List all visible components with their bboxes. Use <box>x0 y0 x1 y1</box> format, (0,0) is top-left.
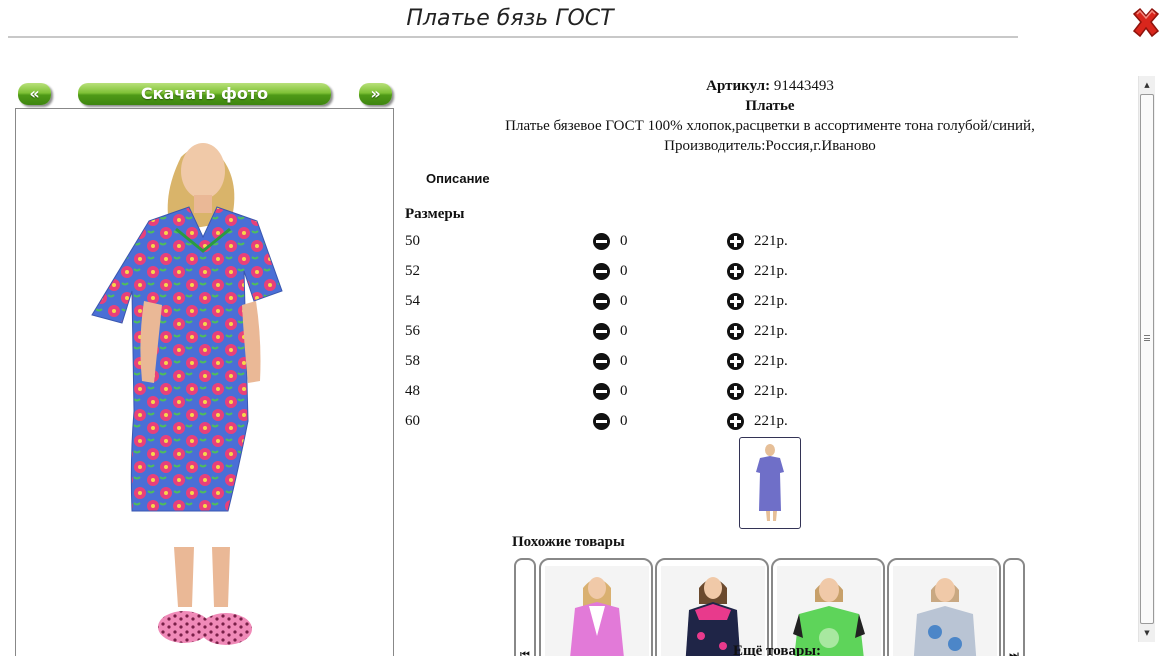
grip-icon <box>1144 335 1150 341</box>
carousel-next-button[interactable]: ⏭ <box>1003 558 1025 656</box>
similar-product-card[interactable] <box>887 558 1001 656</box>
dress-model-image <box>91 143 283 645</box>
quantity-value: 0 <box>620 383 628 399</box>
scroll-up-arrow-icon[interactable]: ▲ <box>1139 78 1155 92</box>
size-value: 52 <box>405 263 420 279</box>
plus-icon[interactable] <box>727 353 744 370</box>
previous-photo-button[interactable]: « <box>18 83 51 105</box>
size-value: 58 <box>405 353 420 369</box>
similar-product-card[interactable] <box>539 558 653 656</box>
similar-product-card[interactable] <box>771 558 885 656</box>
download-photo-button[interactable]: Скачать фото <box>78 83 331 105</box>
plus-icon[interactable] <box>727 383 744 400</box>
size-row: 50 0 221р. <box>405 231 825 253</box>
size-row: 52 0 221р. <box>405 261 825 283</box>
plus-icon[interactable] <box>727 293 744 310</box>
vertical-scrollbar[interactable]: ▲ ▼ <box>1138 76 1155 642</box>
product-description-line2: Производитель:Россия,г.Иваново <box>664 138 876 154</box>
quantity-value: 0 <box>620 413 628 429</box>
close-icon <box>1132 7 1160 38</box>
minus-icon[interactable] <box>593 293 610 310</box>
price-value: 221р. <box>754 293 788 309</box>
product-description-line1: Платье бязевое ГОСТ 100% хлопок,расцветк… <box>505 118 1035 134</box>
price-value: 221р. <box>754 323 788 339</box>
price-value: 221р. <box>754 413 788 429</box>
description-heading[interactable]: Описание <box>426 171 490 186</box>
product-thumbnail[interactable] <box>739 437 801 529</box>
quantity-value: 0 <box>620 323 628 339</box>
size-value: 54 <box>405 293 420 309</box>
plus-icon[interactable] <box>727 263 744 280</box>
quantity-value: 0 <box>620 293 628 309</box>
minus-icon[interactable] <box>593 413 610 430</box>
product-image <box>893 566 997 656</box>
main-product-photo[interactable] <box>15 108 394 656</box>
size-value: 60 <box>405 413 420 429</box>
minus-icon[interactable] <box>593 353 610 370</box>
plus-icon[interactable] <box>727 323 744 340</box>
page-title: Платье бязь ГОСТ <box>406 6 614 31</box>
scroll-down-arrow-icon[interactable]: ▼ <box>1139 626 1155 640</box>
sizes-heading: Размеры <box>405 206 465 222</box>
price-value: 221р. <box>754 263 788 279</box>
price-value: 221р. <box>754 353 788 369</box>
article-value: 91443493 <box>773 78 834 94</box>
size-value: 50 <box>405 233 420 249</box>
similar-products-heading: Похожие товары <box>512 534 625 550</box>
size-row: 48 0 221р. <box>405 381 825 403</box>
size-row: 58 0 221р. <box>405 351 825 373</box>
price-value: 221р. <box>754 383 788 399</box>
product-image <box>545 566 649 656</box>
product-name: Платье <box>745 98 795 114</box>
scrollbar-thumb[interactable] <box>1140 94 1154 624</box>
skip-forward-icon: ⏭ <box>1009 648 1019 656</box>
more-products-heading: Ещё товары: <box>733 643 822 656</box>
minus-icon[interactable] <box>593 233 610 250</box>
plus-icon[interactable] <box>727 233 744 250</box>
next-photo-button[interactable]: » <box>359 83 392 105</box>
size-row: 54 0 221р. <box>405 291 825 313</box>
article-label: Артикул: <box>706 78 771 94</box>
minus-icon[interactable] <box>593 263 610 280</box>
similar-product-card[interactable] <box>655 558 769 656</box>
title-divider <box>8 36 1018 38</box>
quantity-value: 0 <box>620 263 628 279</box>
article-line: Артикул: 91443493 <box>400 78 1140 95</box>
minus-icon[interactable] <box>593 383 610 400</box>
carousel-prev-button[interactable]: ⏮ <box>514 558 536 656</box>
size-row: 56 0 221р. <box>405 321 825 343</box>
close-button[interactable] <box>1130 6 1162 40</box>
size-value: 48 <box>405 383 420 399</box>
thumbnail-image <box>756 444 784 521</box>
quantity-value: 0 <box>620 353 628 369</box>
minus-icon[interactable] <box>593 323 610 340</box>
skip-back-icon: ⏮ <box>520 648 530 656</box>
plus-icon[interactable] <box>727 413 744 430</box>
size-value: 56 <box>405 323 420 339</box>
size-row: 60 0 221р. <box>405 411 825 433</box>
quantity-value: 0 <box>620 233 628 249</box>
price-value: 221р. <box>754 233 788 249</box>
